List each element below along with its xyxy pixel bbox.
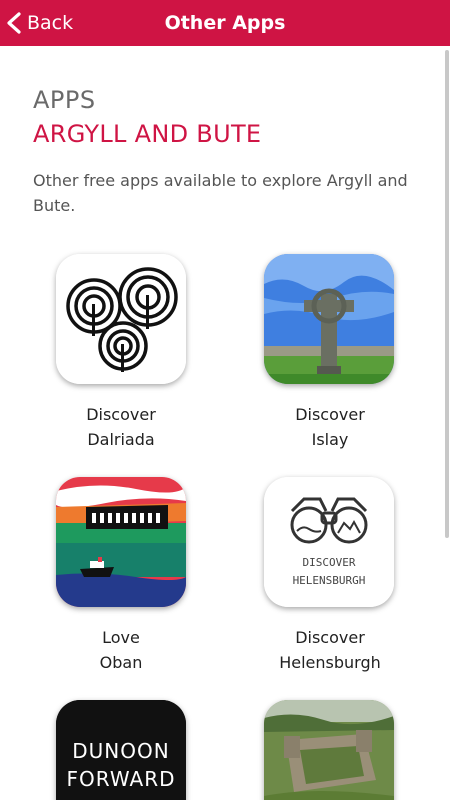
scrollbar[interactable] <box>445 50 449 538</box>
app-name-line1: Discover <box>295 628 365 647</box>
castle-icon[interactable] <box>264 700 394 800</box>
app-tile-discover-dalriada[interactable]: Discover Dalriada <box>21 254 221 454</box>
helensburgh-icon[interactable]: DISCOVER HELENSBURGH <box>264 477 394 607</box>
oban-icon[interactable] <box>56 477 186 607</box>
app-name-line2: Islay <box>311 430 349 449</box>
dalriada-icon[interactable] <box>56 254 186 384</box>
page-title: Other Apps <box>164 12 286 34</box>
app-name-line1: Love <box>102 628 140 647</box>
app-tile-discover-helensburgh[interactable]: DISCOVER HELENSBURGH Discover Helensburg… <box>230 477 430 677</box>
app-name-line2: Helensburgh <box>279 653 381 672</box>
section-label: APPS <box>33 86 96 114</box>
section-title: ARGYLL AND BUTE <box>33 120 262 148</box>
app-name-line1: Discover <box>295 405 365 424</box>
app-tile-love-oban[interactable]: Love Oban <box>21 477 221 677</box>
app-header: Back Other Apps <box>0 0 450 46</box>
dunoon-forward-icon[interactable]: DUNOON FORWARD <box>56 700 186 800</box>
app-name-line1: Discover <box>86 405 156 424</box>
app-tile-castle[interactable] <box>230 700 430 800</box>
icon-text-helensburgh: HELENSBURGH <box>293 574 366 587</box>
app-name-line2: Dalriada <box>87 430 155 449</box>
islay-icon[interactable] <box>264 254 394 384</box>
app-tile-dunoon-forward[interactable]: DUNOON FORWARD <box>21 700 221 800</box>
app-tile-discover-islay[interactable]: Discover Islay <box>230 254 430 454</box>
icon-text-discover: DISCOVER <box>303 556 356 569</box>
icon-text-dunoon: DUNOON <box>72 739 169 763</box>
section-description: Other free apps available to explore Arg… <box>33 171 408 215</box>
icon-text-forward: FORWARD <box>67 767 176 791</box>
app-name-line2: Oban <box>99 653 143 672</box>
